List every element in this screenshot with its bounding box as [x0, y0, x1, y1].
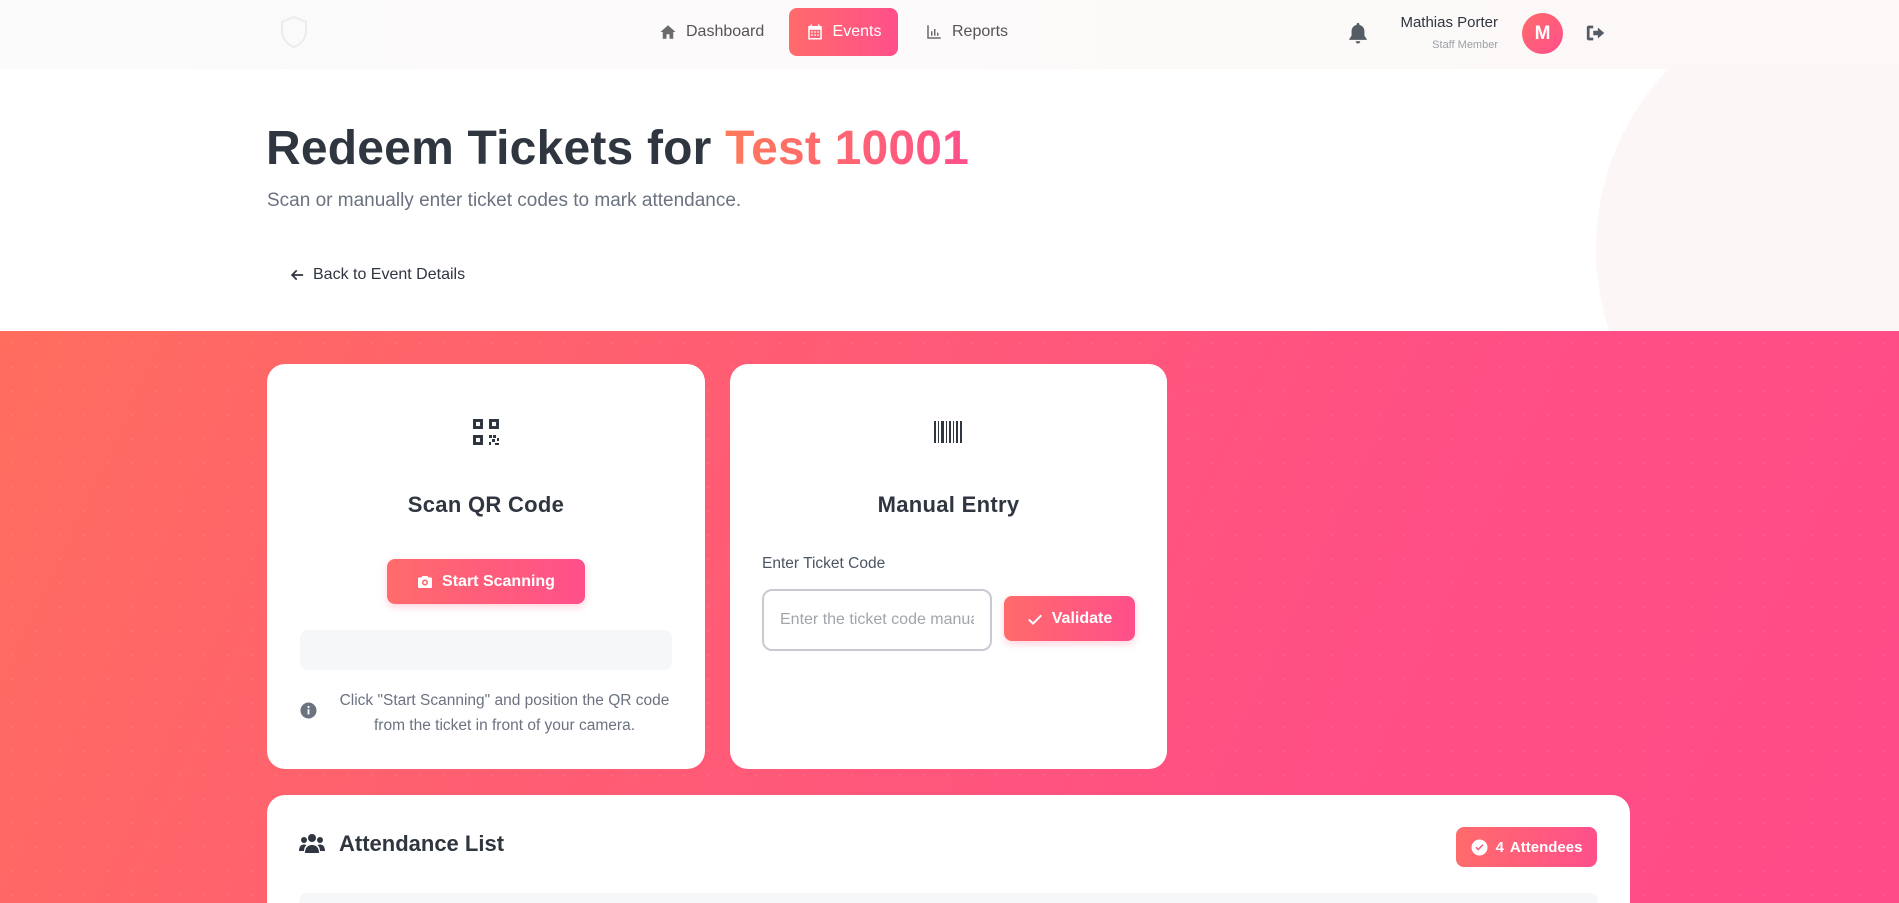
- start-scanning-label: Start Scanning: [442, 572, 555, 590]
- logout-icon[interactable]: [1585, 22, 1607, 44]
- notification-bell-icon[interactable]: [1347, 21, 1369, 45]
- home-icon: [660, 25, 676, 39]
- check-icon: [1027, 614, 1042, 625]
- avatar[interactable]: M: [1522, 13, 1563, 54]
- nav-reports[interactable]: Reports: [909, 8, 1024, 56]
- camera-icon: [418, 575, 433, 588]
- scan-help-text: Click "Start Scanning" and position the …: [339, 692, 670, 734]
- user-role: Staff Member: [1432, 39, 1498, 51]
- check-circle-icon: [1471, 839, 1488, 855]
- event-name: Test 10001: [725, 122, 970, 175]
- manual-card-title: Manual Entry: [877, 492, 1020, 517]
- calendar-icon: [807, 24, 822, 40]
- back-link-label: Back to Event Details: [313, 266, 466, 283]
- attendee-count-badge: 4 Attendees: [1456, 827, 1597, 867]
- manual-entry-card: Manual Entry Enter Ticket Code Validate: [730, 364, 1167, 769]
- qrcode-icon: [471, 417, 501, 447]
- attendance-list-card: Attendance List 4 Attendees: [267, 795, 1630, 903]
- attendee-count-label: Attendees: [1509, 838, 1583, 856]
- attendance-table-header: [299, 893, 1598, 903]
- page-title-prefix: Redeem Tickets for: [266, 122, 712, 175]
- nav-events-label: Events: [832, 23, 882, 40]
- scan-qr-card: Scan QR Code Start Scanning Click "Start…: [267, 364, 705, 769]
- nav-dashboard-label: Dashboard: [686, 23, 765, 40]
- users-icon: [299, 833, 325, 855]
- page-title: Redeem Tickets for Test 10001: [266, 121, 969, 176]
- ticket-code-input[interactable]: [762, 589, 992, 651]
- shield-logo-icon[interactable]: [280, 15, 308, 49]
- back-to-event-link[interactable]: Back to Event Details: [290, 263, 465, 287]
- chart-icon: [927, 25, 941, 39]
- validate-button[interactable]: Validate: [1004, 596, 1135, 641]
- info-icon: [300, 702, 317, 719]
- attendance-title: Attendance List: [339, 831, 505, 856]
- arrow-left-icon: [290, 269, 304, 281]
- camera-preview-area: [300, 630, 672, 670]
- user-name: Mathias Porter: [1400, 14, 1498, 31]
- scan-card-title: Scan QR Code: [407, 492, 565, 517]
- top-navbar: Dashboard Events Reports Mathias Porter …: [0, 0, 1899, 69]
- page-subtitle: Scan or manually enter ticket codes to m…: [267, 190, 742, 211]
- nav-dashboard[interactable]: Dashboard: [643, 8, 780, 56]
- page-header: Redeem Tickets for Test 10001 Scan or ma…: [0, 69, 1899, 331]
- decorative-circle: [1596, 69, 1899, 331]
- ticket-code-label: Enter Ticket Code: [762, 555, 886, 572]
- barcode-icon: [933, 417, 963, 447]
- nav-reports-label: Reports: [952, 23, 1009, 40]
- nav-events[interactable]: Events: [789, 8, 898, 56]
- validate-label: Validate: [1051, 609, 1113, 627]
- attendee-count: 4: [1495, 838, 1504, 856]
- start-scanning-button[interactable]: Start Scanning: [387, 559, 585, 604]
